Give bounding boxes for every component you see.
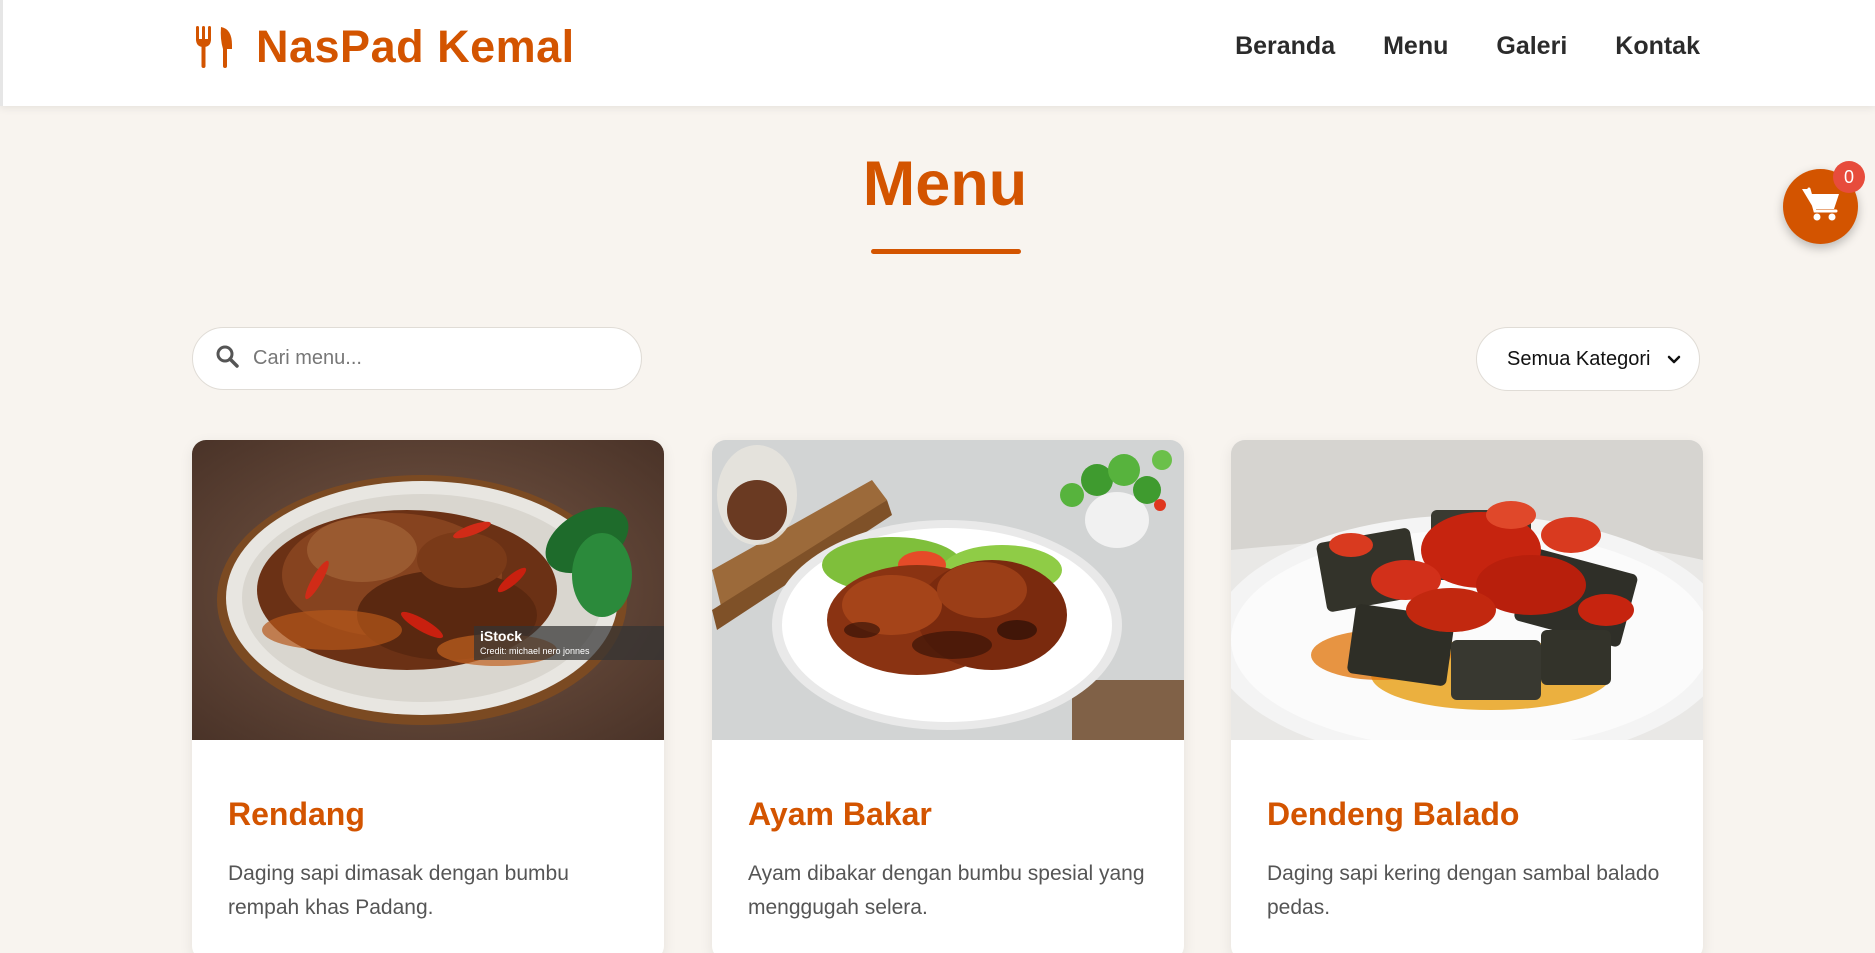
page-title: Menu — [862, 149, 1028, 219]
istock-watermark: iStock — [480, 628, 522, 644]
utensils-icon — [194, 25, 234, 69]
category-select[interactable]: Semua Kategori — [1476, 327, 1700, 391]
nav-links: Beranda Menu Galeri Kontak — [1235, 32, 1700, 61]
search-icon — [215, 344, 239, 373]
nav-link-galeri[interactable]: Galeri — [1496, 32, 1567, 61]
search-input[interactable] — [253, 347, 613, 370]
rendang-image: iStock Credit: michael nero jonnes — [192, 440, 664, 740]
dendeng-balado-image — [1231, 440, 1703, 740]
menu-item-description: Daging sapi dimasak dengan bumbu rempah … — [228, 862, 569, 919]
menu-item-name: Ayam Bakar — [748, 796, 932, 832]
chevron-down-icon — [1667, 348, 1681, 371]
navbar: NasPad Kemal Beranda Menu Galeri Kontak — [0, 0, 1875, 106]
category-select-value: Semua Kategori — [1507, 347, 1651, 370]
menu-card[interactable]: Dendeng Balado Daging sapi kering dengan… — [1231, 440, 1703, 953]
search-box — [192, 327, 642, 390]
menu-item-name: Rendang — [228, 796, 365, 832]
menu-item-name: Dendeng Balado — [1267, 796, 1520, 832]
title-underline — [871, 249, 1021, 254]
menu-item-description: Ayam dibakar dengan bumbu spesial yang m… — [748, 862, 1145, 919]
ayam-bakar-image — [712, 440, 1184, 740]
menu-card[interactable]: Ayam Bakar Ayam dibakar dengan bumbu spe… — [712, 440, 1184, 953]
image-credit: Credit: michael nero jonnes — [480, 646, 590, 656]
nav-link-kontak[interactable]: Kontak — [1615, 32, 1700, 61]
nav-link-menu[interactable]: Menu — [1383, 32, 1448, 61]
menu-item-description: Daging sapi kering dengan sambal balado … — [1267, 862, 1660, 919]
brand-logo[interactable]: NasPad Kemal — [194, 21, 575, 72]
menu-card[interactable]: iStock Credit: michael nero jonnes Renda… — [192, 440, 664, 953]
brand-name: NasPad Kemal — [256, 21, 575, 72]
nav-link-beranda[interactable]: Beranda — [1235, 32, 1335, 61]
